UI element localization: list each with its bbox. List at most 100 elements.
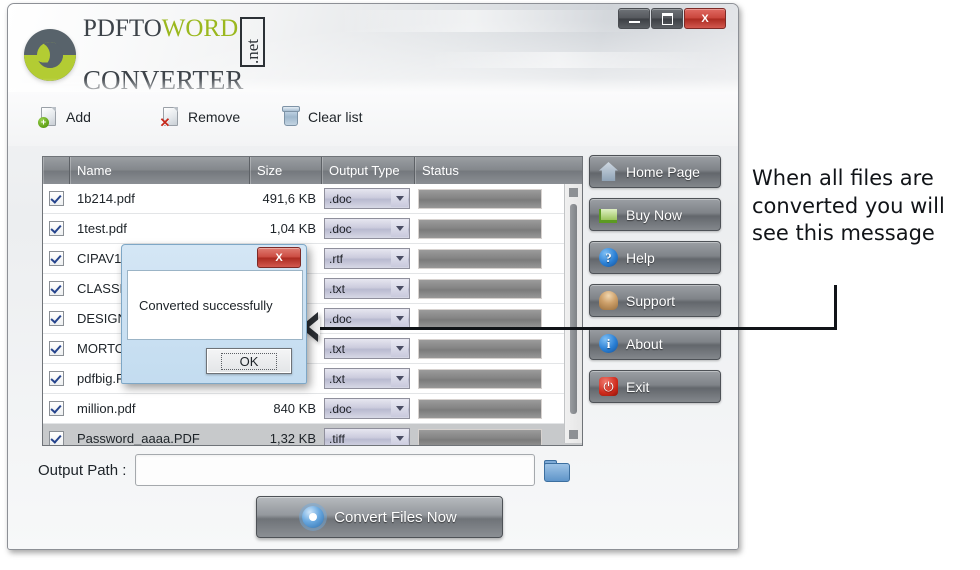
chevron-down-icon[interactable] [391, 340, 408, 357]
table-header-row: Name Size Output Type Status [43, 157, 582, 184]
output-type-dropdown[interactable]: .txt [324, 368, 410, 389]
output-type-dropdown[interactable]: .doc [324, 398, 410, 419]
status-progress-bar [418, 428, 542, 445]
chevron-down-icon[interactable] [391, 430, 408, 445]
column-header-output-type[interactable]: Output Type [322, 157, 415, 184]
row-checkbox[interactable] [43, 251, 70, 266]
table-row[interactable]: Password_aaaa.PDF 1,32 KB .tiff [43, 424, 582, 446]
row-checkbox[interactable] [43, 341, 70, 356]
clear-list-button[interactable]: Clear list [280, 106, 362, 128]
output-path-input[interactable] [135, 454, 536, 486]
callout-vertical-line [834, 285, 837, 330]
dialog-close-icon: X [275, 251, 283, 264]
logo-yin-yang-icon [24, 29, 76, 82]
window-controls: X [618, 8, 726, 29]
row-checkbox[interactable] [43, 191, 70, 206]
row-checkbox[interactable] [43, 281, 70, 296]
toolbar: + Add ✕ Remove Clear list [8, 92, 738, 146]
checkbox-checked-icon[interactable] [49, 251, 64, 266]
support-button[interactable]: Support [589, 284, 721, 317]
output-type-value: .doc [329, 311, 352, 326]
exit-button[interactable]: ⏻ Exit [589, 370, 721, 403]
close-icon: X [701, 12, 709, 25]
column-header-size[interactable]: Size [250, 157, 322, 184]
checkbox-checked-icon[interactable] [49, 281, 64, 296]
table-row[interactable]: million.pdf 840 KB .doc [43, 394, 582, 424]
table-vertical-scrollbar[interactable] [564, 184, 582, 443]
convert-files-now-button[interactable]: Convert Files Now [256, 496, 503, 538]
output-type-dropdown[interactable]: .doc [324, 188, 410, 209]
row-output-type-cell: .doc [322, 218, 415, 239]
chevron-down-icon[interactable] [391, 220, 408, 237]
output-type-dropdown[interactable]: .tiff [324, 428, 410, 445]
buy-now-button[interactable]: Buy Now [589, 198, 721, 231]
row-checkbox[interactable] [43, 311, 70, 326]
scrollbar-thumb[interactable] [570, 204, 577, 414]
help-button[interactable]: ? Help [589, 241, 721, 274]
output-type-dropdown[interactable]: .txt [324, 338, 410, 359]
row-status-cell [415, 368, 566, 389]
output-type-dropdown[interactable]: .doc [324, 218, 410, 239]
row-checkbox[interactable] [43, 401, 70, 416]
chevron-down-icon[interactable] [391, 250, 408, 267]
maximize-button[interactable] [651, 8, 683, 29]
app-header-branding: PDFTOWORD.net CONVERTER X [8, 4, 738, 94]
chevron-down-icon[interactable] [391, 370, 408, 387]
column-header-name[interactable]: Name [70, 157, 250, 184]
row-status-cell [415, 428, 566, 445]
row-checkbox[interactable] [43, 221, 70, 236]
row-status-cell [415, 308, 566, 329]
row-file-size: 1,04 KB [269, 221, 316, 236]
output-type-dropdown[interactable]: .txt [324, 278, 410, 299]
checkbox-checked-icon[interactable] [49, 311, 64, 326]
chevron-down-icon[interactable] [391, 310, 408, 327]
chevron-down-icon[interactable] [391, 280, 408, 297]
output-type-dropdown[interactable]: .rtf [324, 248, 410, 269]
row-file-name: 1test.pdf [77, 221, 127, 236]
output-type-value: .rtf [329, 251, 343, 266]
output-path-label: Output Path : [38, 461, 127, 479]
checkbox-checked-icon[interactable] [49, 191, 64, 206]
status-progress-bar [418, 218, 542, 239]
trash-bin-icon [280, 106, 300, 128]
row-output-type-cell: .txt [322, 368, 415, 389]
logo-net-badge: .net [240, 17, 266, 67]
checkbox-checked-icon[interactable] [49, 371, 64, 386]
exit-label: Exit [626, 378, 650, 395]
row-output-type-cell: .doc [322, 398, 415, 419]
browse-folder-button[interactable] [544, 459, 571, 482]
about-button[interactable]: i About [589, 327, 721, 360]
status-progress-bar [418, 338, 542, 359]
scroll-up-button[interactable] [569, 188, 578, 197]
headset-person-icon [599, 291, 618, 310]
minimize-button[interactable] [618, 8, 650, 29]
table-row[interactable]: 1test.pdf 1,04 KB .doc [43, 214, 582, 244]
chevron-down-icon[interactable] [391, 400, 408, 417]
scroll-down-button[interactable] [569, 430, 578, 439]
checkbox-checked-icon[interactable] [49, 221, 64, 236]
table-row[interactable]: 1b214.pdf 491,6 KB .doc [43, 184, 582, 214]
close-button[interactable]: X [684, 8, 726, 29]
column-header-status[interactable]: Status [415, 157, 566, 184]
row-file-name: Password_aaaa.PDF [77, 431, 200, 446]
status-progress-bar [418, 398, 542, 419]
chevron-down-icon[interactable] [391, 190, 408, 207]
checkbox-checked-icon[interactable] [49, 401, 64, 416]
row-checkbox[interactable] [43, 371, 70, 386]
output-type-dropdown[interactable]: .doc [324, 308, 410, 329]
remove-button[interactable]: ✕ Remove [160, 106, 240, 129]
home-page-button[interactable]: Home Page [589, 155, 721, 188]
row-checkbox[interactable] [43, 431, 70, 445]
home-icon [599, 162, 618, 181]
row-file-name: 1b214.pdf [77, 191, 135, 206]
dialog-close-button[interactable]: X [257, 247, 301, 268]
checkbox-checked-icon[interactable] [49, 431, 64, 445]
column-header-checkbox[interactable] [43, 157, 70, 184]
status-progress-bar [418, 368, 542, 389]
checkbox-checked-icon[interactable] [49, 341, 64, 356]
dialog-ok-button[interactable]: OK [206, 348, 292, 374]
output-type-value: .txt [329, 341, 346, 356]
output-type-value: .doc [329, 191, 352, 206]
clear-list-label: Clear list [308, 109, 363, 125]
add-button[interactable]: + Add [38, 106, 91, 128]
